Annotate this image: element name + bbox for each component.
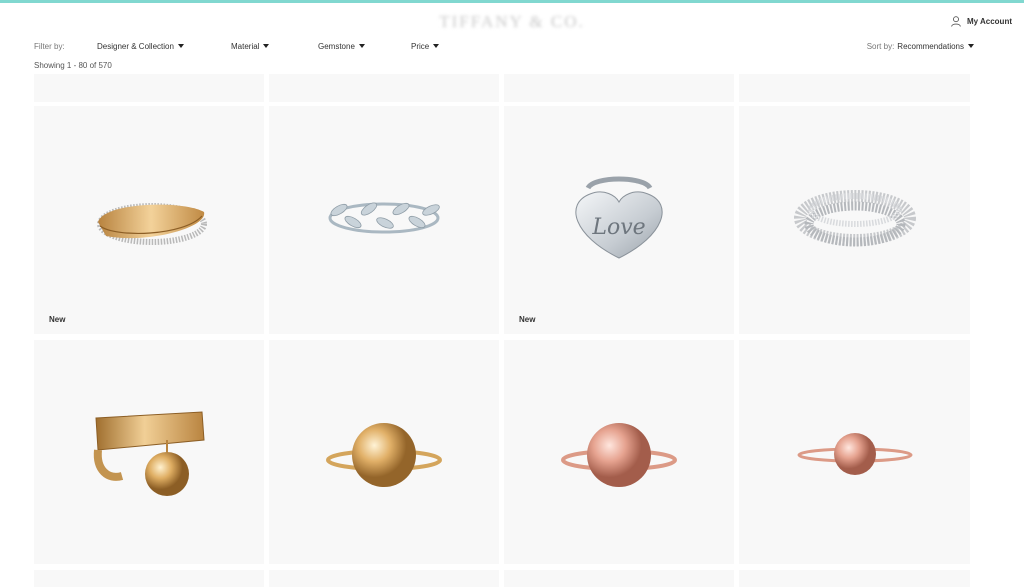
gold-padlock-bead-ring-image [93, 411, 205, 496]
filter-material-label: Material [231, 42, 260, 51]
product-tile-partial[interactable] [739, 570, 970, 587]
filter-designer-collection[interactable]: Designer & Collection [97, 42, 184, 51]
diamond-pave-woven-ring-image [794, 190, 916, 247]
product-tile-partial[interactable] [504, 74, 734, 102]
sort-by-label: Sort by: [866, 42, 895, 51]
gold-bead-ring-image [326, 423, 442, 487]
caret-down-icon [263, 44, 270, 48]
product-tile[interactable]: Love New [504, 106, 734, 334]
filter-gemstone[interactable]: Gemstone [318, 42, 365, 51]
results-count: Showing 1 - 80 of 570 [34, 61, 112, 70]
filter-bar: Filter by: Designer & Collection Materia… [34, 42, 974, 54]
caret-down-icon [968, 44, 974, 48]
filter-price[interactable]: Price [411, 42, 440, 51]
gold-diamond-crossover-ring-image [97, 203, 207, 245]
rose-gold-small-bead-ring-image [797, 433, 913, 475]
sort-control: Sort by: Recommendations [867, 42, 974, 51]
brand-logo[interactable]: TIFFANY & CO. [0, 12, 1024, 32]
silver-olive-leaf-ring-image [328, 202, 440, 234]
product-tile[interactable] [34, 340, 264, 564]
product-tile-partial[interactable] [34, 570, 264, 587]
product-tile[interactable] [739, 340, 970, 564]
product-tile[interactable] [269, 106, 499, 334]
user-icon [951, 16, 961, 27]
filter-by-label: Filter by: [34, 42, 65, 51]
filter-designer-collection-label: Designer & Collection [97, 42, 174, 51]
sort-value-label: Recommendations [897, 42, 964, 51]
product-tile-partial[interactable] [34, 74, 264, 102]
brand-accent-bar [0, 0, 1024, 3]
filter-gemstone-label: Gemstone [318, 42, 355, 51]
product-badge: New [49, 315, 66, 324]
product-tile-partial[interactable] [269, 570, 499, 587]
svg-text:Love: Love [591, 215, 645, 240]
product-tile[interactable] [504, 340, 734, 564]
filter-material[interactable]: Material [231, 42, 270, 51]
product-tile[interactable]: New [34, 106, 264, 334]
sort-dropdown[interactable]: Recommendations [897, 42, 974, 51]
caret-down-icon [177, 44, 184, 48]
rose-gold-bead-ring-image [561, 423, 677, 487]
product-tile-partial[interactable] [739, 74, 970, 102]
caret-down-icon [358, 44, 365, 48]
product-tile-partial[interactable] [504, 570, 734, 587]
silver-love-heart-ring-image: Love [575, 176, 663, 259]
product-tile[interactable] [269, 340, 499, 564]
my-account-link[interactable]: My Account [951, 16, 1012, 27]
my-account-label: My Account [966, 17, 1012, 26]
product-badge: New [519, 315, 536, 324]
filter-price-label: Price [411, 42, 430, 51]
product-tile-partial[interactable] [269, 74, 499, 102]
product-tile[interactable] [739, 106, 970, 334]
caret-down-icon [433, 44, 440, 48]
